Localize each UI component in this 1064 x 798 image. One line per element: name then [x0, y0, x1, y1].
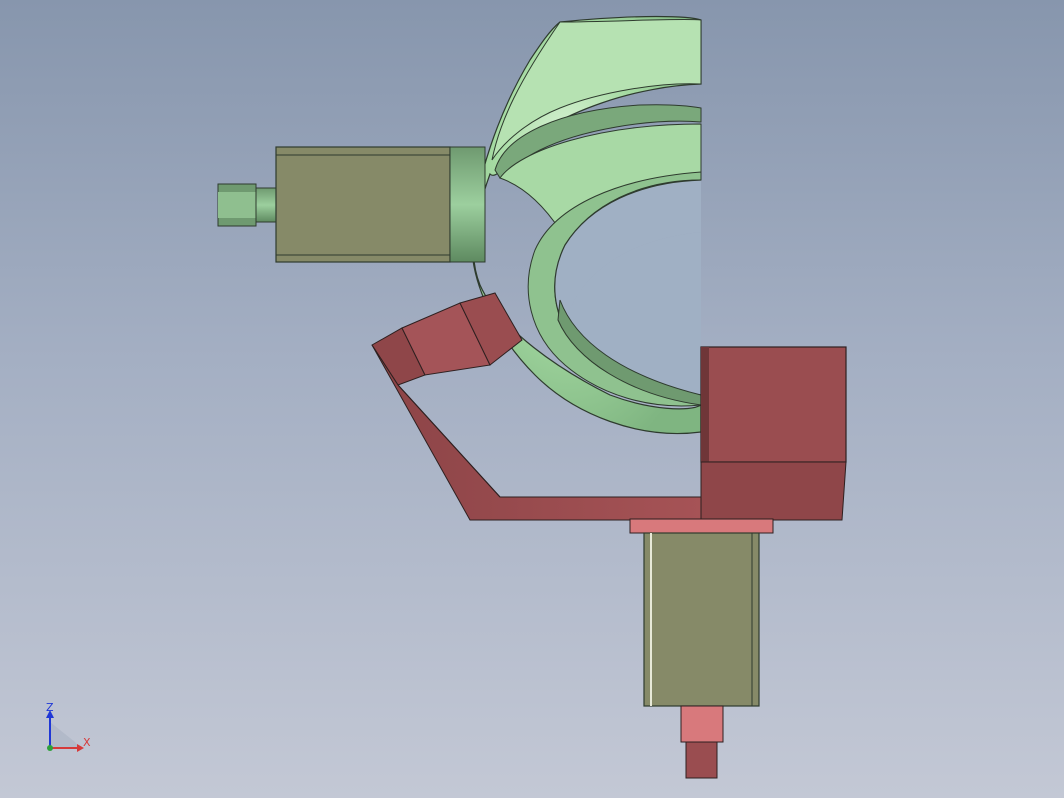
cad-viewport[interactable]: Z X	[0, 0, 1064, 798]
left-motor[interactable]	[217, 146, 486, 263]
green-arc-yoke[interactable]	[471, 15, 702, 435]
bottom-motor[interactable]	[643, 532, 760, 779]
y-axis-dot	[47, 745, 53, 751]
axis-triad: Z X	[46, 701, 91, 752]
red-angled-coupler[interactable]	[371, 292, 523, 386]
model-scene[interactable]: Z X	[0, 0, 1064, 798]
z-axis-label: Z	[46, 701, 54, 714]
x-axis-label: X	[83, 736, 91, 749]
